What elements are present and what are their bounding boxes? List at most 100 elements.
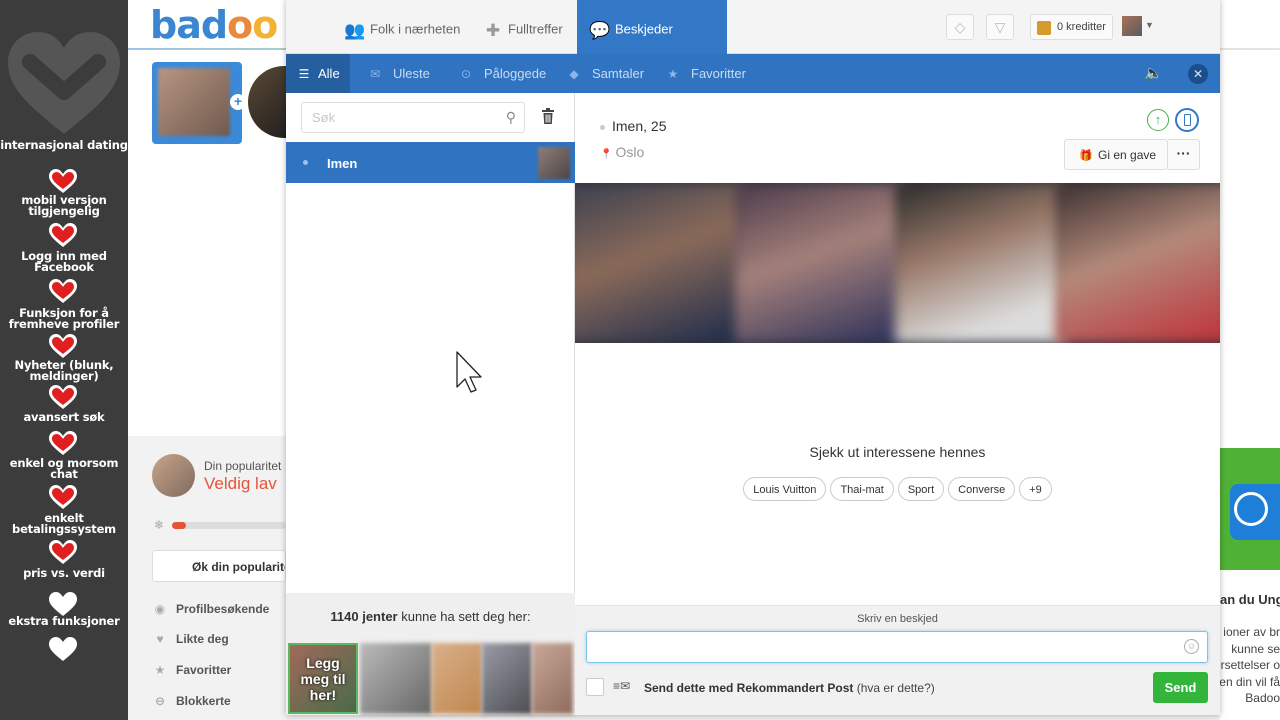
globe-icon [1234, 492, 1268, 526]
conversation-item[interactable]: Imen [286, 142, 575, 183]
gallery-photo[interactable] [735, 183, 905, 343]
sidebar-item-profile-visitors[interactable]: ◉ Profilbesøkende [152, 602, 270, 616]
photo-gallery[interactable] [575, 183, 1220, 343]
filter-conversations[interactable]: ◆ Samtaler [566, 54, 644, 93]
interests-title: Sjekk ut interessene hennes [809, 444, 986, 460]
account-avatar[interactable] [1122, 16, 1142, 36]
what-is-this-link[interactable]: (hva er dette?) [853, 681, 935, 695]
online-status-dot [303, 160, 308, 165]
encounter-photo[interactable] [248, 66, 286, 138]
feature-label: avansert søk [23, 410, 105, 424]
search-input[interactable] [302, 103, 482, 132]
heart-icon [49, 431, 77, 455]
sidebar-item-liked-you[interactable]: ♥ Likte deg [152, 632, 228, 646]
interest-tag[interactable]: Sport [897, 477, 945, 501]
feature-label: pris vs. verdi [23, 566, 105, 580]
tab-people-nearby[interactable]: 👥 Folk i nærheten [344, 0, 460, 54]
message-composer: Skriv en beskjed ☺ ≡✉ Send dette med Rek… [575, 605, 1220, 715]
eye-icon: ◉ [154, 602, 166, 616]
feature-label: Funksjon for å fremheve profiler [8, 306, 120, 331]
gallery-photo[interactable] [575, 183, 745, 343]
gift-icon: 🎁 [1079, 150, 1093, 162]
trash-icon[interactable] [542, 108, 554, 124]
mobile-icon[interactable] [1175, 108, 1199, 132]
recommended-post-checkbox[interactable] [586, 678, 604, 696]
offline-dot [600, 124, 605, 130]
search-icon[interactable]: ⚲ [506, 109, 516, 126]
gallery-photo[interactable] [895, 183, 1065, 343]
feature-label: enkelt betalingssystem [12, 511, 116, 536]
recommended-post-label[interactable]: Send dette med Rekommandert Post (hva er… [644, 681, 935, 695]
star-icon: ★ [667, 67, 679, 81]
promo-text: ioner av br kunne se rsettelser o len di… [1216, 625, 1280, 705]
more-interests-tag[interactable]: +9 [1019, 477, 1052, 501]
seen-photo[interactable] [360, 643, 432, 714]
popularity-value: Veldig lav [204, 474, 277, 493]
more-options-button[interactable]: ··· [1168, 139, 1200, 170]
heart-icon: ♥ [156, 632, 164, 646]
coin-icon [1037, 21, 1051, 35]
big-heart-icon [8, 32, 120, 134]
promo-card[interactable] [1220, 448, 1280, 570]
envelope-icon: ✉ [369, 67, 381, 81]
certified-mail-icon: ≡✉ [613, 679, 631, 693]
diamond-icon[interactable]: ◇ [946, 14, 974, 40]
chat-panel: Imen, 25 📍 Oslo ↑ 🎁 Gi en gave ··· Sjekk u… [575, 93, 1220, 715]
smiley-icon[interactable]: ☺ [1184, 639, 1199, 654]
send-button[interactable]: Send [1153, 672, 1208, 703]
heart-icon [49, 279, 77, 303]
badoo-logo[interactable]: badoo [150, 3, 278, 47]
close-icon[interactable]: ✕ [1188, 64, 1208, 84]
interest-tags: Louis Vuitton Thai-mat Sport Converse +9 [575, 477, 1220, 501]
puzzle-icon: ✚ [485, 21, 501, 40]
credits-button[interactable]: 0 kreditter [1030, 14, 1113, 40]
interest-tag[interactable]: Converse [948, 477, 1016, 501]
seen-photo[interactable] [532, 643, 573, 714]
sidebar-item-favorites[interactable]: ★ Favoritter [152, 663, 232, 677]
add-photo-icon[interactable]: + [230, 94, 246, 110]
location-pin-icon: 📍 [600, 149, 613, 160]
give-gift-button[interactable]: 🎁 Gi en gave [1064, 139, 1168, 170]
my-photo-card[interactable]: + [152, 62, 246, 144]
block-icon: ⊖ [154, 694, 166, 708]
feature-label: internasjonal dating [0, 138, 128, 152]
interest-tag[interactable]: Louis Vuitton [743, 477, 827, 501]
heart-icon [49, 540, 77, 564]
message-filters: ☰ Alle ✉ Uleste ⊙ Påloggede ◆ Samtaler ★ Favo… [286, 54, 1220, 93]
heart-icon [49, 334, 77, 358]
shield-icon[interactable]: ▽ [986, 14, 1014, 40]
arrow-up-icon[interactable]: ↑ [1147, 109, 1169, 131]
profile-name[interactable]: Imen, 25 [600, 118, 666, 134]
sidebar-item-blocked[interactable]: ⊖ Blokkerte [152, 694, 231, 708]
sound-icon[interactable]: 🔈 [1144, 64, 1163, 82]
snowflake-icon: ❄ [154, 518, 165, 532]
interest-tag[interactable]: Thai-mat [830, 477, 894, 501]
filter-all[interactable]: ☰ Alle [286, 54, 350, 93]
tab-encounters[interactable]: ✚ Fulltreffer [482, 0, 563, 54]
feature-label: enkel og morsom chat [9, 456, 119, 481]
avatar[interactable] [152, 454, 195, 497]
star-icon: ★ [154, 663, 166, 677]
seen-you-box: 1140 jenter kunne ha sett deg her: Legg … [286, 593, 575, 715]
message-box: ☺ [586, 631, 1208, 663]
seen-photo[interactable] [432, 643, 482, 714]
chat-icon: ◆ [569, 67, 579, 81]
conversation-thumbnail [538, 147, 570, 179]
chevron-down-icon[interactable]: ▼ [1145, 20, 1154, 30]
messages-dialog: 👥 Folk i nærheten ✚ Fulltreffer 💬 Beskjeder… [286, 0, 1220, 715]
seen-photo[interactable] [482, 643, 532, 714]
filter-favorites[interactable]: ★ Favoritter [665, 54, 746, 93]
popularity-bar-fill [172, 522, 186, 529]
tab-messages[interactable]: 💬 Beskjeder [577, 0, 727, 54]
feature-label: Logg inn med Facebook [21, 249, 107, 274]
feature-overlay: internasjonal dating mobil versjon tilgje… [0, 0, 128, 720]
message-input[interactable] [587, 632, 1167, 662]
seen-you-text: 1140 jenter kunne ha sett deg her: [330, 609, 531, 624]
heart-icon [49, 637, 77, 661]
filter-unread[interactable]: ✉ Uleste [367, 54, 430, 93]
feature-label: mobil versjon tilgjengelig [21, 193, 107, 218]
filter-online[interactable]: ⊙ Påloggede [458, 54, 546, 93]
increase-popularity-button[interactable]: Øk din popularitet [152, 550, 286, 582]
add-me-button[interactable]: Legg meg til her! [288, 643, 358, 714]
gallery-photo[interactable] [1055, 183, 1220, 343]
